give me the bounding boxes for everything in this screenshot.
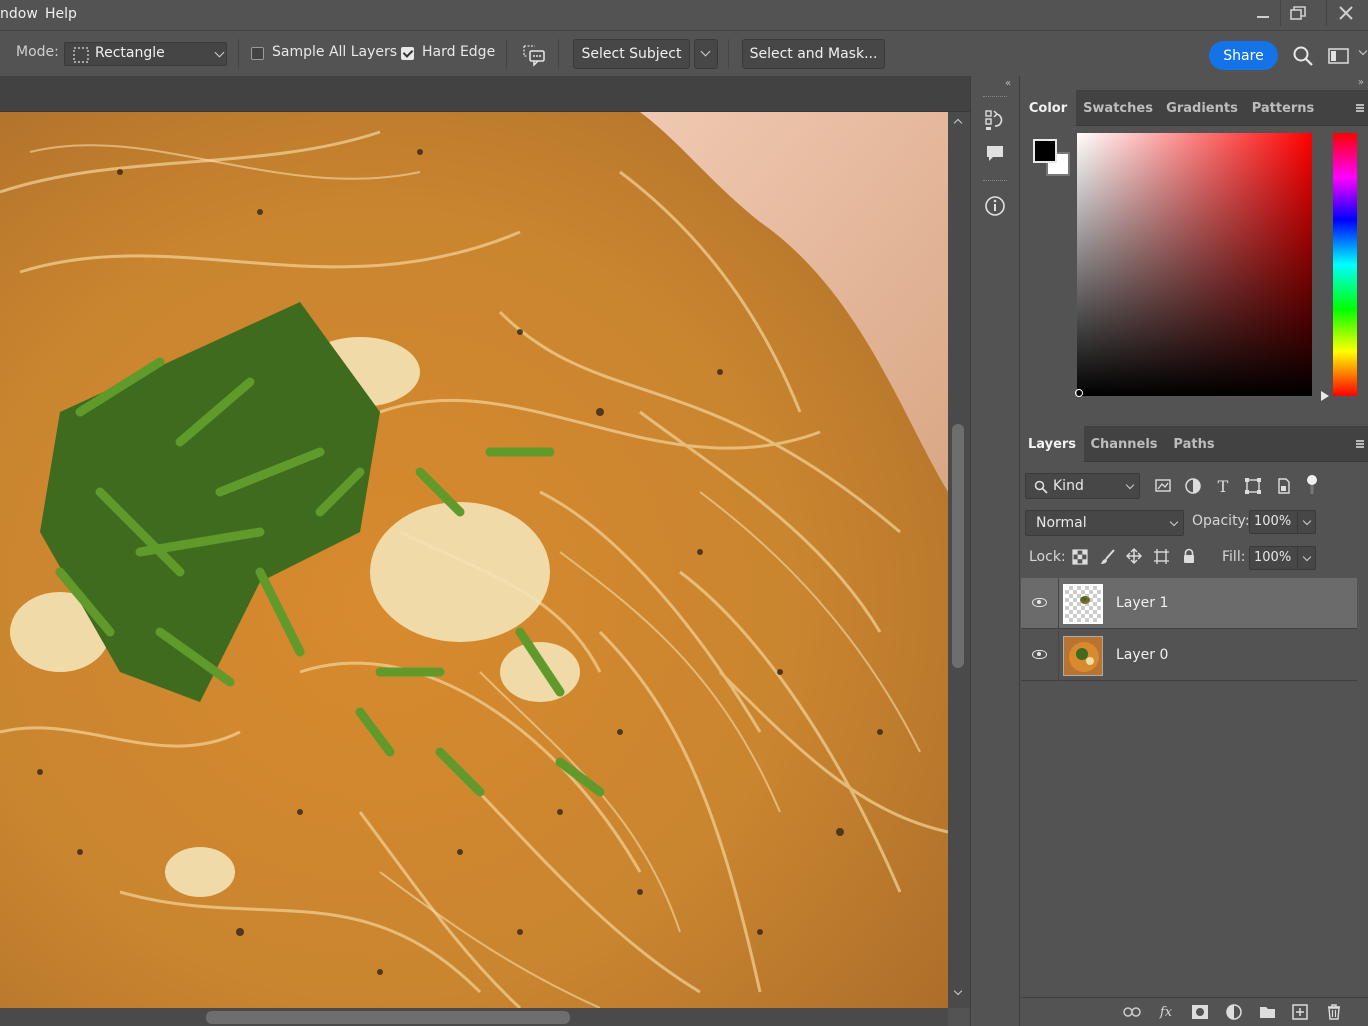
- filter-shape-icon[interactable]: [1244, 477, 1262, 495]
- fill-value: 100%: [1254, 550, 1292, 565]
- layers-panel-tabs: Layers Channels Paths: [1020, 426, 1368, 462]
- menu-window[interactable]: ndow: [0, 6, 38, 22]
- filter-adjustment-icon[interactable]: [1184, 477, 1202, 495]
- layer-thumbnail: [1063, 636, 1103, 676]
- fill-label: Fill:: [1222, 549, 1246, 565]
- select-subject-dropdown[interactable]: [694, 39, 718, 69]
- opacity-value: 100%: [1254, 514, 1292, 529]
- layer-filter-dropdown[interactable]: Kind: [1025, 473, 1140, 499]
- expand-icon[interactable]: »: [1358, 77, 1364, 88]
- layer-thumbnail: [1063, 584, 1103, 624]
- layer-row-layer-0[interactable]: Layer 0: [1021, 630, 1357, 681]
- minimize-icon[interactable]: [1246, 0, 1280, 26]
- lock-artboard-icon[interactable]: [1153, 548, 1169, 564]
- lock-all-icon[interactable]: [1181, 548, 1197, 564]
- fx-icon[interactable]: fx: [1157, 1004, 1175, 1020]
- select-and-mask-button[interactable]: Select and Mask...: [742, 39, 885, 69]
- saturation-brightness-field[interactable]: [1077, 133, 1312, 396]
- tab-patterns[interactable]: Patterns: [1246, 90, 1320, 126]
- layer-name[interactable]: Layer 0: [1116, 647, 1168, 663]
- eye-icon[interactable]: [1032, 650, 1047, 659]
- chevron-down-icon[interactable]: [1358, 46, 1368, 56]
- collapse-icon[interactable]: «: [1005, 78, 1011, 89]
- hard-edge-checkbox[interactable]: [401, 47, 414, 60]
- chevron-down-icon: [1302, 552, 1312, 562]
- blend-mode-dropdown[interactable]: Normal: [1025, 510, 1184, 536]
- adjustment-icon[interactable]: [1225, 1004, 1243, 1020]
- search-icon[interactable]: [1292, 45, 1314, 67]
- lock-position-icon[interactable]: [1126, 548, 1142, 564]
- tab-layers[interactable]: Layers: [1020, 426, 1084, 462]
- chevron-down-icon: [214, 47, 225, 58]
- filter-type-icon[interactable]: T: [1214, 477, 1232, 496]
- panel-menu-icon[interactable]: [1356, 104, 1364, 112]
- vertical-scroll-thumb[interactable]: [952, 424, 964, 668]
- layers-footer: fx: [1021, 997, 1368, 1026]
- tab-gradients[interactable]: Gradients: [1162, 90, 1242, 126]
- pasta-photo: [0, 112, 948, 1008]
- scroll-up-icon[interactable]: [953, 118, 963, 128]
- chevron-down-icon: [1302, 516, 1312, 526]
- color-picker-cursor[interactable]: [1075, 389, 1083, 397]
- tab-paths[interactable]: Paths: [1166, 426, 1222, 462]
- fill-field[interactable]: 100%: [1249, 546, 1316, 570]
- filter-smart-object-icon[interactable]: [1275, 477, 1293, 495]
- layer-name[interactable]: Layer 1: [1116, 595, 1168, 611]
- link-icon[interactable]: [1123, 1004, 1141, 1020]
- layer-filter-value: Kind: [1053, 478, 1084, 494]
- panel-icon-strip: «: [970, 76, 1020, 1026]
- chevron-down-icon: [1169, 517, 1179, 527]
- filter-pixel-icon[interactable]: [1154, 477, 1172, 495]
- document-tab-strip: [0, 76, 970, 112]
- feedback-icon[interactable]: [521, 43, 547, 67]
- eye-icon[interactable]: [1032, 598, 1047, 607]
- color-panel-tabs: Color Swatches Gradients Patterns: [1020, 90, 1368, 126]
- tab-color[interactable]: Color: [1020, 90, 1076, 126]
- layer-row-layer-1[interactable]: Layer 1: [1021, 578, 1357, 629]
- menu-bar: ndow Help: [0, 0, 1368, 30]
- tab-channels[interactable]: Channels: [1086, 426, 1162, 462]
- close-icon[interactable]: [1326, 0, 1364, 26]
- tab-swatches[interactable]: Swatches: [1078, 90, 1158, 126]
- restore-icon[interactable]: [1280, 0, 1314, 26]
- horizontal-scroll-thumb[interactable]: [206, 1011, 570, 1024]
- sample-all-layers-label[interactable]: Sample All Layers: [272, 44, 397, 60]
- trash-icon[interactable]: [1325, 1004, 1343, 1020]
- foreground-color-swatch-front[interactable]: [1033, 139, 1057, 163]
- scroll-down-icon[interactable]: [953, 986, 963, 996]
- opacity-field[interactable]: 100%: [1249, 510, 1316, 534]
- blend-mode-value: Normal: [1036, 515, 1087, 531]
- sample-all-layers-checkbox[interactable]: [251, 47, 264, 60]
- history-icon[interactable]: [983, 108, 1007, 132]
- mask-icon[interactable]: [1191, 1004, 1209, 1020]
- filter-toggle-switch[interactable]: [1306, 474, 1318, 496]
- document-canvas[interactable]: [0, 112, 948, 1008]
- lock-transparent-pixels-icon[interactable]: [1072, 549, 1088, 565]
- menu-help[interactable]: Help: [45, 6, 77, 22]
- workspace-icon[interactable]: [1328, 47, 1350, 65]
- hue-slider[interactable]: [1333, 133, 1357, 396]
- search-icon: [1034, 480, 1048, 494]
- opacity-label: Opacity:: [1192, 513, 1250, 529]
- comments-icon[interactable]: [983, 142, 1007, 166]
- hue-slider-handle[interactable]: [1321, 391, 1329, 401]
- panel-menu-icon[interactable]: [1356, 440, 1364, 448]
- lock-image-pixels-icon[interactable]: [1100, 549, 1116, 565]
- select-subject-button[interactable]: Select Subject: [573, 39, 690, 69]
- options-bar: Mode: Rectangle Sample All Layers Hard E…: [0, 30, 1368, 76]
- chevron-down-icon: [1125, 480, 1135, 490]
- rectangle-marquee-icon: [73, 47, 89, 63]
- share-button[interactable]: Share: [1209, 41, 1278, 70]
- new-layer-icon[interactable]: [1291, 1004, 1309, 1020]
- folder-icon[interactable]: [1258, 1004, 1276, 1020]
- lock-label: Lock:: [1029, 549, 1066, 565]
- mode-value: Rectangle: [95, 45, 165, 61]
- mode-label: Mode:: [16, 44, 59, 60]
- info-icon[interactable]: [983, 194, 1007, 218]
- chevron-down-icon: [700, 46, 711, 57]
- hard-edge-label[interactable]: Hard Edge: [422, 44, 495, 60]
- mode-dropdown[interactable]: Rectangle: [64, 42, 227, 66]
